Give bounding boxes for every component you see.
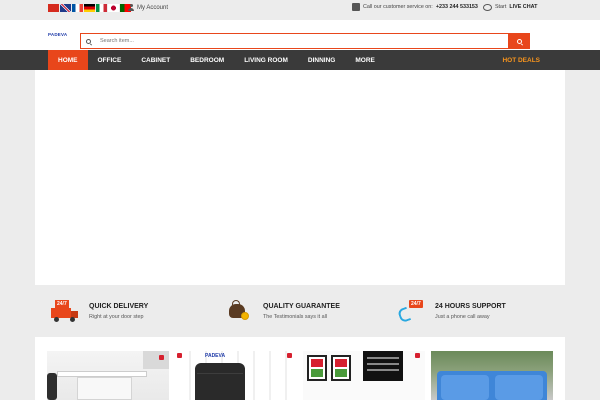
product-card-wall-decor[interactable] <box>303 351 425 400</box>
feature-subtitle: Just a phone call away <box>435 314 490 320</box>
my-account-link[interactable]: My Account <box>128 4 168 11</box>
search-button-icon <box>516 38 522 44</box>
feature-title: 24 HOURS SUPPORT <box>435 303 506 310</box>
feature-24-hours-support: 24/7 24 HOURS SUPPORT Just a phone call … <box>396 300 506 324</box>
product-tag <box>415 353 420 358</box>
sofa-cushion <box>441 375 489 400</box>
top-bar: My Account Call our customer service on:… <box>0 0 600 20</box>
header: PADEVA <box>0 20 600 50</box>
delivery-truck-icon: 24/7 <box>51 300 81 322</box>
support-phone-icon: 24/7 <box>396 300 427 324</box>
flag-english-icon[interactable] <box>60 4 71 12</box>
product-tag <box>159 355 164 360</box>
phone-handset <box>396 306 412 324</box>
feature-quality-guarantee: QUALITY GUARANTEE The Testimonials says … <box>225 300 340 322</box>
feature-text: 24 HOURS SUPPORT Just a phone call away <box>435 300 506 320</box>
nav-item-bedroom[interactable]: BEDROOM <box>180 50 234 70</box>
feature-quick-delivery: 24/7 QUICK DELIVERY Right at your door s… <box>51 300 148 322</box>
phone-icon <box>352 3 360 11</box>
feature-subtitle: Right at your door step <box>89 314 144 320</box>
hero-banner <box>35 70 565 285</box>
feature-text: QUICK DELIVERY Right at your door step <box>89 300 148 320</box>
feature-title: QUICK DELIVERY <box>89 303 149 310</box>
wall-art-frame <box>307 355 327 381</box>
coin-icon <box>241 312 249 320</box>
dark-art-lines <box>367 357 399 375</box>
flag-french-icon[interactable] <box>72 4 83 12</box>
sofa-cushion <box>495 375 543 400</box>
wall-art-frame <box>331 355 351 381</box>
chair-back <box>195 363 245 400</box>
product-card-office-desk[interactable] <box>47 351 169 400</box>
my-account-label: My Account <box>137 4 169 11</box>
nav-item-more[interactable]: MORE <box>345 50 385 70</box>
wall-tile <box>143 351 169 369</box>
product-card-blue-sofa[interactable] <box>431 351 553 400</box>
search-bar <box>80 33 530 49</box>
support-badge: 24/7 <box>409 300 423 308</box>
delivery-badge: 24/7 <box>55 300 69 308</box>
flag-italian-icon[interactable] <box>96 4 107 12</box>
user-icon <box>128 4 134 11</box>
service-text: Call our customer service on: <box>363 4 433 10</box>
flag-german-icon[interactable] <box>84 4 95 12</box>
search-icon <box>86 38 91 44</box>
product-grid: PADEVA <box>35 337 565 400</box>
customer-service: Call our customer service on: +233 244 5… <box>352 3 537 11</box>
desk-chair <box>47 373 57 400</box>
feature-title: QUALITY GUARANTEE <box>263 303 340 310</box>
product-card-executive-chair[interactable]: PADEVA <box>175 351 297 400</box>
page: My Account Call our customer service on:… <box>0 0 600 400</box>
nav-item-living-room[interactable]: LIVING ROOM <box>234 50 298 70</box>
main-nav: HOME OFFICE CABINET BEDROOM LIVING ROOM … <box>0 50 600 70</box>
truck-wheel <box>70 317 75 322</box>
nav-item-office[interactable]: OFFICE <box>88 50 132 70</box>
nav-item-cabinet[interactable]: CABINET <box>131 50 180 70</box>
product-tag <box>287 353 292 358</box>
flag-japanese-icon[interactable] <box>108 4 119 12</box>
nav-item-dinning[interactable]: DINNING <box>298 50 345 70</box>
truck-wheel <box>54 317 59 322</box>
money-bag-icon <box>225 300 255 322</box>
nav-items: HOME OFFICE CABINET BEDROOM LIVING ROOM … <box>48 50 385 70</box>
flag-chinese-icon[interactable] <box>48 4 59 12</box>
chair-seam <box>197 373 243 374</box>
hot-deals-link[interactable]: HOT DEALS <box>502 50 540 70</box>
search-input[interactable] <box>100 38 490 44</box>
product-tag <box>177 353 182 358</box>
chat-icon <box>482 3 492 11</box>
features-strip: 24/7 QUICK DELIVERY Right at your door s… <box>35 285 565 337</box>
language-flags <box>48 4 131 12</box>
desk-shelf <box>77 377 132 400</box>
nav-item-home[interactable]: HOME <box>48 50 88 70</box>
feature-subtitle: The Testimonials says it all <box>263 314 328 320</box>
chat-prefix: Start <box>494 4 507 10</box>
brand-text: PADEVA <box>205 353 226 359</box>
service-phone[interactable]: +233 244 533153 <box>436 4 478 10</box>
live-chat-link[interactable]: LIVE CHAT <box>509 4 537 10</box>
feature-text: QUALITY GUARANTEE The Testimonials says … <box>263 300 340 320</box>
search-button[interactable] <box>508 33 530 49</box>
site-logo[interactable]: PADEVA <box>48 32 67 37</box>
